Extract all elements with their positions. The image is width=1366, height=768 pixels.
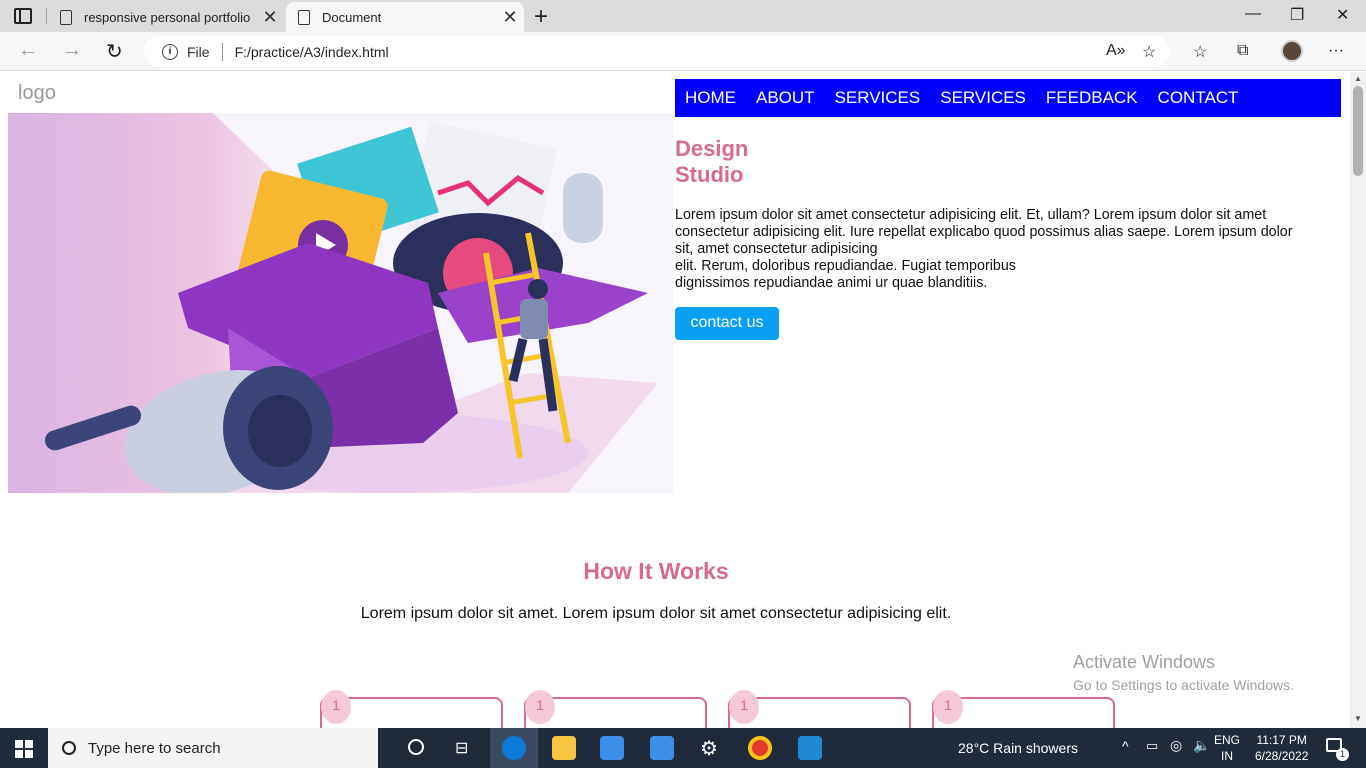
hero-title: Design Studio: [675, 136, 748, 188]
taskbar-search[interactable]: Type here to search: [48, 728, 378, 768]
hero-paragraph-line: dignissimos repudiandae animi ur quae bl…: [675, 275, 988, 291]
hero-illustration: [8, 113, 673, 493]
address-toolbar: ← → ↻ i File F:/practice/A3/index.html A…: [0, 32, 1366, 71]
file-explorer-icon[interactable]: [552, 736, 576, 760]
hero-paragraph: Lorem ipsum dolor sit amet consectetur a…: [675, 207, 1335, 292]
page-viewport: logo HOME ABOUT SERVICES SERVICES FEEDBA…: [0, 72, 1350, 728]
search-placeholder: Type here to search: [88, 739, 221, 757]
close-tab-icon[interactable]: ✕: [496, 7, 524, 28]
page-icon: [298, 9, 310, 25]
nav-contact[interactable]: CONTACT: [1158, 88, 1239, 108]
mail-icon[interactable]: [650, 736, 674, 760]
vscode-icon[interactable]: [798, 736, 822, 760]
close-tab-icon[interactable]: ✕: [256, 7, 284, 28]
watermark-title: Activate Windows: [1073, 652, 1216, 672]
read-aloud-icon[interactable]: A»: [1106, 42, 1126, 60]
info-icon[interactable]: i: [162, 43, 178, 60]
hero-title-line: Design: [675, 136, 749, 161]
battery-icon[interactable]: ▭: [1146, 738, 1158, 754]
tab-title: Document: [322, 9, 382, 25]
tray-chevron-icon[interactable]: ^: [1122, 738, 1129, 754]
collections-icon[interactable]: ⧉: [1237, 42, 1248, 60]
refresh-icon[interactable]: ↻: [106, 39, 123, 64]
step-number: 1: [933, 690, 963, 724]
volume-icon[interactable]: 🔈: [1193, 737, 1210, 754]
settings-gear-icon[interactable]: ⚙: [700, 736, 718, 761]
clock-date: 6/28/2022: [1255, 749, 1309, 763]
step-number: 1: [525, 690, 555, 724]
nav-services[interactable]: SERVICES: [835, 88, 921, 108]
close-window-icon[interactable]: ✕: [1336, 5, 1349, 25]
address-bar[interactable]: i File F:/practice/A3/index.html: [144, 36, 1170, 67]
step-number: 1: [321, 690, 351, 724]
edge-icon[interactable]: [502, 736, 526, 760]
cortana-icon[interactable]: [408, 739, 424, 755]
section-title: How It Works: [583, 558, 729, 584]
tab-actions-icon[interactable]: [14, 8, 32, 24]
windows-start-icon[interactable]: [15, 740, 33, 758]
tab-portfolio[interactable]: responsive personal portfolio ✕: [48, 2, 284, 32]
site-logo[interactable]: logo: [18, 82, 56, 105]
page-icon: [60, 9, 72, 25]
scroll-thumb[interactable]: [1353, 86, 1363, 176]
network-icon[interactable]: ◎: [1170, 737, 1182, 754]
vertical-scrollbar[interactable]: ▲ ▼: [1350, 72, 1366, 728]
restore-icon[interactable]: ❐: [1290, 5, 1304, 25]
more-options-icon[interactable]: ···: [1328, 42, 1344, 60]
scroll-down-icon[interactable]: ▼: [1354, 714, 1362, 723]
taskbar: Type here to search ⊟ ⚙ 28°C Rain shower…: [0, 728, 1366, 768]
add-favorite-icon[interactable]: ☆: [1142, 42, 1156, 62]
minimize-icon[interactable]: —: [1245, 5, 1261, 23]
search-icon: [62, 741, 76, 755]
activation-watermark: Activate Windows Go to Settings to activ…: [1073, 652, 1294, 693]
scroll-up-icon[interactable]: ▲: [1354, 74, 1362, 83]
tab-strip: responsive personal portfolio ✕ Document…: [0, 0, 1366, 32]
contact-us-button[interactable]: contact us: [675, 307, 779, 340]
hero-title-line: Studio: [675, 162, 744, 187]
nav-about[interactable]: ABOUT: [756, 88, 815, 108]
task-view-icon[interactable]: ⊟: [455, 738, 468, 758]
back-icon[interactable]: ←: [18, 39, 38, 62]
nav-services-2[interactable]: SERVICES: [940, 88, 1026, 108]
region-code: IN: [1221, 749, 1233, 763]
hero-paragraph-line: sit, amet consectetur adipisicing: [675, 241, 878, 257]
url-text[interactable]: F:/practice/A3/index.html: [235, 44, 389, 60]
address-separator: [221, 42, 223, 61]
clock-time: 11:17 PM: [1256, 733, 1307, 747]
chrome-icon[interactable]: [748, 736, 772, 760]
store-icon[interactable]: [600, 736, 624, 760]
tab-title: responsive personal portfolio: [84, 9, 251, 25]
nav-home[interactable]: HOME: [685, 88, 736, 108]
section-subtitle: Lorem ipsum dolor sit amet. Lorem ipsum …: [360, 605, 952, 622]
weather-widget[interactable]: 28°C Rain showers: [958, 740, 1078, 756]
forward-icon[interactable]: →: [62, 39, 82, 62]
watermark-subtitle: Go to Settings to activate Windows.: [1073, 677, 1294, 693]
language-code: ENG: [1214, 733, 1241, 747]
hero-paragraph-line: elit. Rerum, doloribus repudiandae. Fugi…: [675, 258, 1016, 274]
hero-paragraph-line: consectetur adipisicing elit. Iure repel…: [675, 224, 1293, 240]
step-number: 1: [729, 690, 759, 724]
favorites-icon[interactable]: ☆: [1193, 42, 1207, 62]
tab-document[interactable]: Document ✕: [286, 2, 524, 32]
tab-separator: [46, 8, 47, 24]
language-indicator[interactable]: ENG IN: [1214, 732, 1240, 764]
new-tab-button[interactable]: +: [534, 3, 548, 31]
profile-avatar[interactable]: [1281, 40, 1303, 62]
notification-badge: 1: [1336, 748, 1349, 761]
nav-feedback[interactable]: FEEDBACK: [1046, 88, 1138, 108]
hero-paragraph-line: Lorem ipsum dolor sit amet consectetur a…: [675, 207, 1267, 223]
clock[interactable]: 11:17 PM 6/28/2022: [1255, 732, 1308, 764]
scheme-label: File: [187, 43, 210, 60]
main-nav: HOME ABOUT SERVICES SERVICES FEEDBACK CO…: [675, 79, 1341, 117]
